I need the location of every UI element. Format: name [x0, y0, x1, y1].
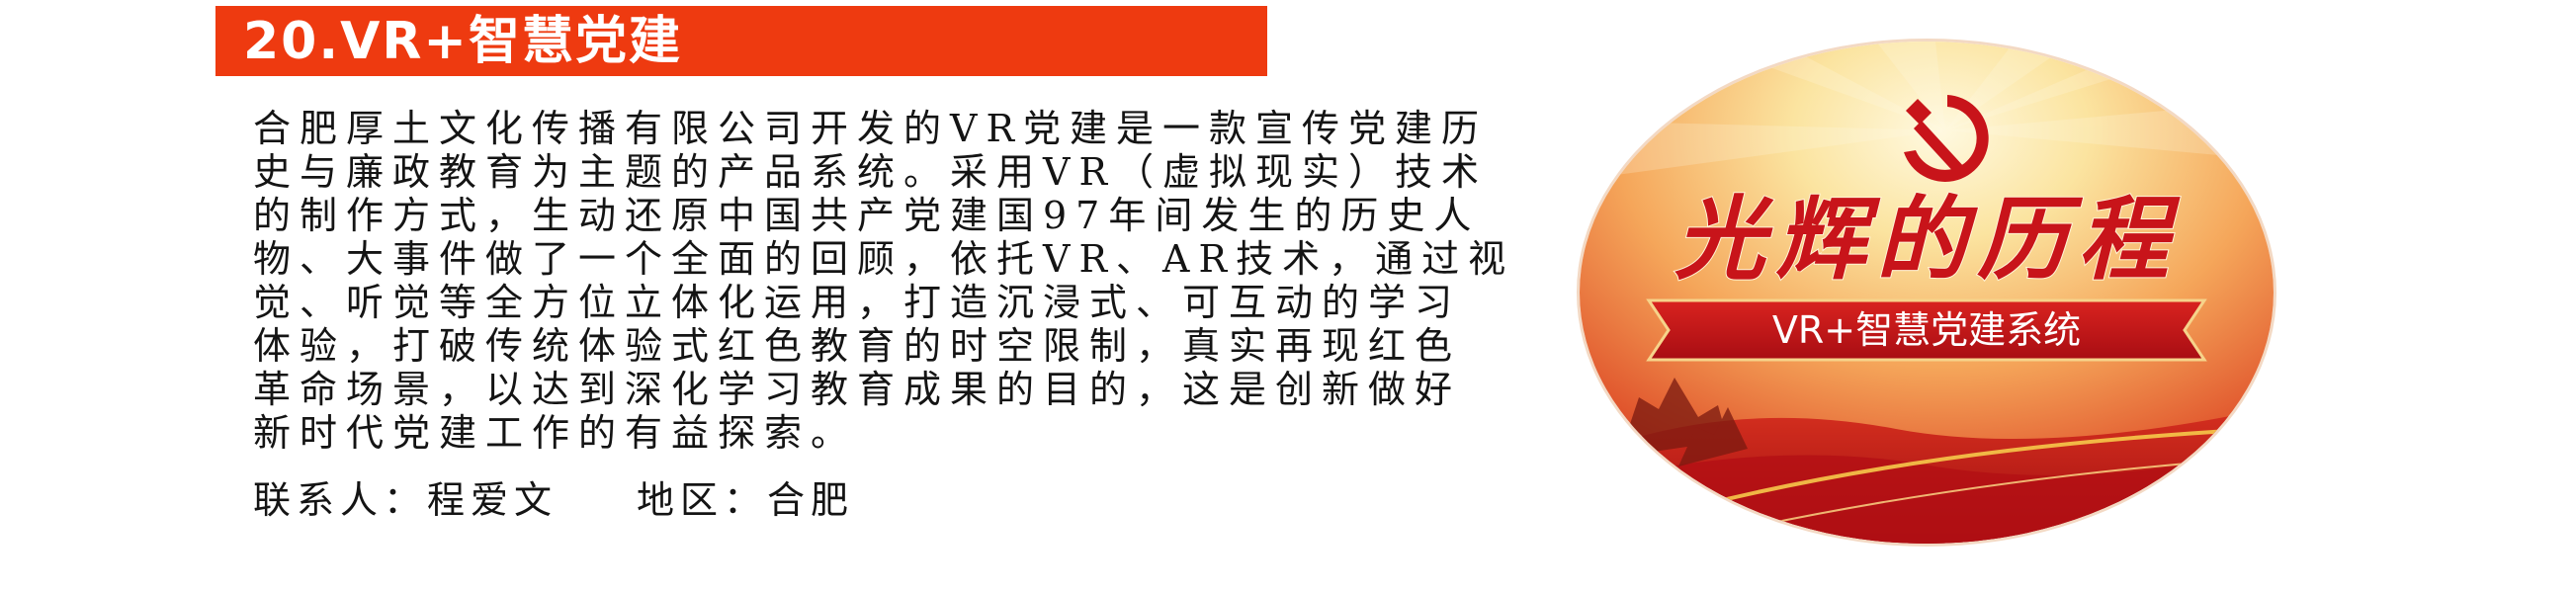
- section-title: 20.VR+智慧党建: [243, 11, 682, 71]
- description-line: 合肥厚土文化传播有限公司开发的VR党建是一款宣传党建历: [253, 107, 1489, 150]
- description-line: 史与廉政教育为主题的产品系统。采用VR（虚拟现实）技术: [253, 150, 1489, 194]
- banner-subtitle: VR+智慧党建系统: [1772, 308, 2081, 352]
- banner-headline: 光辉的历程: [1674, 186, 2181, 293]
- description-line: 物、大事件做了一个全面的回顾，依托VR、AR技术，通过视: [253, 237, 1515, 281]
- description-line: 的制作方式，生动还原中国共产党建国97年间发生的历史人: [253, 194, 1481, 237]
- contact-info: 联系人：程爱文 地区：合肥: [253, 478, 854, 522]
- description-line: 新时代党建工作的有益探索。: [253, 411, 858, 455]
- description-line: 革命场景，以达到深化学习教育成果的目的，这是创新做好: [253, 368, 1462, 411]
- contact-region: 地区：合肥: [637, 478, 855, 522]
- description-line: 体验，打破传统体验式红色教育的时空限制，真实再现红色: [253, 324, 1462, 368]
- section-title-bar: 20.VR+智慧党建: [215, 6, 1267, 76]
- contact-person: 联系人：程爱文: [253, 478, 558, 522]
- description-line: 觉、听觉等全方位立体化运用，打造沉浸式、可互动的学习: [253, 281, 1462, 324]
- banner-image: 光辉的历程 VR+智慧党建系统: [1580, 42, 2274, 544]
- description-paragraph: 合肥厚土文化传播有限公司开发的VR党建是一款宣传党建历 史与廉政教育为主题的产品…: [253, 107, 1568, 455]
